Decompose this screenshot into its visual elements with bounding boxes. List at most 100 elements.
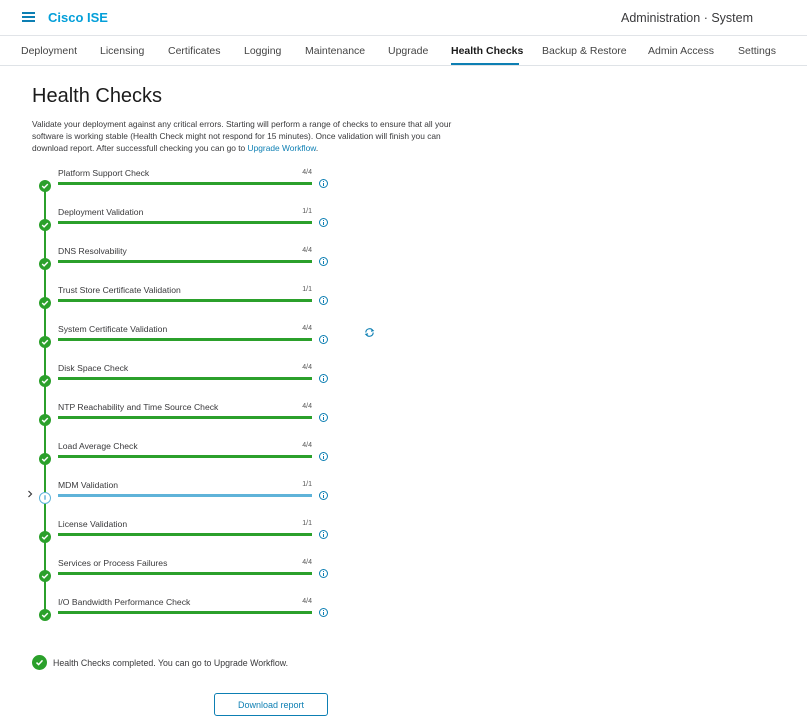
progress-bar <box>58 182 312 185</box>
description-text: Validate your deployment against any cri… <box>32 119 452 153</box>
check-name: DNS Resolvability <box>58 246 127 256</box>
check-circle-icon <box>39 297 51 309</box>
check-circle-icon <box>39 531 51 543</box>
health-check-row: System Certificate Validation 4/4 <box>0 316 420 355</box>
page-title: Health Checks <box>32 85 163 107</box>
progress-bar-fill <box>58 611 312 614</box>
progress-bar <box>58 377 312 380</box>
progress-bar <box>58 572 312 575</box>
health-check-row: MDM Validation 1/1 <box>0 472 420 511</box>
info-icon[interactable] <box>319 218 328 227</box>
check-circle-icon <box>39 336 51 348</box>
check-name: Services or Process Failures <box>58 558 168 568</box>
health-check-timeline: Platform Support Check 4/4 Deployment Vali… <box>0 160 420 630</box>
brand-title: Cisco ISE <box>48 10 108 25</box>
info-icon[interactable] <box>319 335 328 344</box>
health-check-row: Load Average Check 4/4 <box>0 433 420 472</box>
progress-bar <box>58 299 312 302</box>
check-circle-icon <box>39 219 51 231</box>
tab-logging[interactable]: Logging <box>244 45 281 57</box>
health-check-row: Disk Space Check 4/4 <box>0 355 420 394</box>
info-icon[interactable] <box>319 452 328 461</box>
info-icon[interactable] <box>319 608 328 617</box>
progress-bar <box>58 221 312 224</box>
check-name: NTP Reachability and Time Source Check <box>58 402 219 412</box>
check-count: 4/4 <box>302 403 312 410</box>
check-name: Disk Space Check <box>58 363 129 373</box>
tab-licensing[interactable]: Licensing <box>100 45 144 57</box>
tab-certificates[interactable]: Certificates <box>168 45 221 57</box>
hamburger-icon[interactable] <box>22 12 35 22</box>
check-name: System Certificate Validation <box>58 324 168 334</box>
check-circle-icon <box>39 453 51 465</box>
info-icon[interactable] <box>319 296 328 305</box>
check-name: Deployment Validation <box>58 207 144 217</box>
health-check-row: License Validation 1/1 <box>0 511 420 550</box>
progress-bar-fill <box>58 221 312 224</box>
info-icon[interactable] <box>319 530 328 539</box>
check-count: 4/4 <box>302 169 312 176</box>
check-count: 4/4 <box>302 364 312 371</box>
tab-deployment[interactable]: Deployment <box>21 45 77 57</box>
refresh-icon[interactable] <box>364 327 375 338</box>
health-check-row: I/O Bandwidth Performance Check 4/4 <box>0 589 420 628</box>
progress-bar <box>58 494 312 497</box>
check-circle-icon <box>32 655 47 670</box>
info-circle-icon <box>39 492 51 504</box>
info-icon[interactable] <box>319 569 328 578</box>
tab-backup-restore[interactable]: Backup & Restore <box>542 45 627 57</box>
check-circle-icon <box>39 375 51 387</box>
health-check-row: Deployment Validation 1/1 <box>0 199 420 238</box>
check-count: 4/4 <box>302 598 312 605</box>
page-context: Administration · System <box>621 11 753 25</box>
info-icon[interactable] <box>319 179 328 188</box>
progress-bar-fill <box>58 182 312 185</box>
progress-bar <box>58 533 312 536</box>
progress-bar-fill <box>58 377 312 380</box>
check-name: Platform Support Check <box>58 168 150 178</box>
progress-bar-fill <box>58 494 312 497</box>
tab-upgrade[interactable]: Upgrade <box>388 45 428 57</box>
progress-bar-fill <box>58 338 312 341</box>
check-count: 4/4 <box>302 559 312 566</box>
progress-bar <box>58 416 312 419</box>
check-count: 4/4 <box>302 442 312 449</box>
tab-admin-access[interactable]: Admin Access <box>648 45 714 57</box>
check-circle-icon <box>39 258 51 270</box>
health-check-row: DNS Resolvability 4/4 <box>0 238 420 277</box>
check-count: 4/4 <box>302 325 312 332</box>
tab-settings[interactable]: Settings <box>738 45 776 57</box>
chevron-right-icon[interactable] <box>25 489 35 499</box>
progress-bar <box>58 338 312 341</box>
progress-bar <box>58 260 312 263</box>
check-name: I/O Bandwidth Performance Check <box>58 597 191 607</box>
tab-health-checks[interactable]: Health Checks <box>451 45 523 57</box>
page-description: Validate your deployment against any cri… <box>32 118 472 154</box>
progress-bar <box>58 611 312 614</box>
progress-bar-fill <box>58 416 312 419</box>
health-check-row: Services or Process Failures 4/4 <box>0 550 420 589</box>
check-circle-icon <box>39 180 51 192</box>
progress-bar-fill <box>58 572 312 575</box>
health-check-row: Trust Store Certificate Validation 1/1 <box>0 277 420 316</box>
check-count: 1/1 <box>302 286 312 293</box>
download-report-button[interactable]: Download report <box>214 693 328 716</box>
check-name: MDM Validation <box>58 480 119 490</box>
upgrade-workflow-link[interactable]: Upgrade Workflow <box>248 143 316 153</box>
health-check-row: Platform Support Check 4/4 <box>0 160 420 199</box>
info-icon[interactable] <box>319 257 328 266</box>
info-icon[interactable] <box>319 413 328 422</box>
progress-bar <box>58 455 312 458</box>
tab-maintenance[interactable]: Maintenance <box>305 45 365 57</box>
check-name: Trust Store Certificate Validation <box>58 285 181 295</box>
top-bar: Cisco ISE Administration · System <box>0 0 807 36</box>
check-count: 1/1 <box>302 481 312 488</box>
progress-bar-fill <box>58 299 312 302</box>
info-icon[interactable] <box>319 491 328 500</box>
check-name: Load Average Check <box>58 441 138 451</box>
check-count: 1/1 <box>302 520 312 527</box>
completion-message: Health Checks completed. You can go to U… <box>53 658 289 668</box>
active-tab-indicator <box>451 63 519 65</box>
progress-bar-fill <box>58 455 312 458</box>
info-icon[interactable] <box>319 374 328 383</box>
